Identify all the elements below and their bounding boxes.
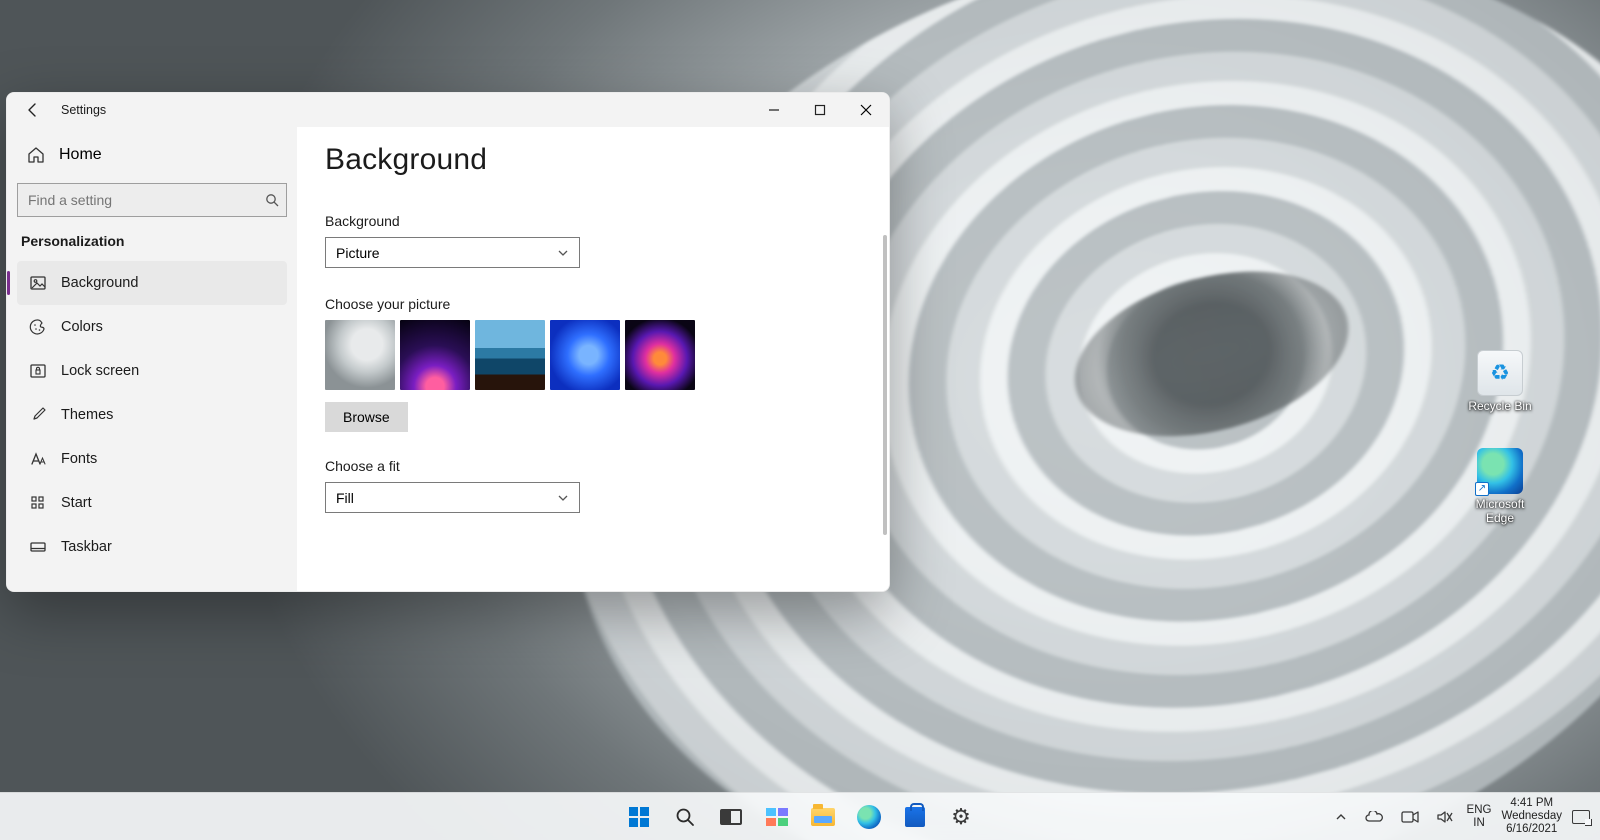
store-button[interactable] xyxy=(894,796,936,838)
picture-thumb-2[interactable] xyxy=(475,320,545,390)
microsoft-edge-label: Microsoft Edge xyxy=(1460,498,1540,526)
desktop-icons-area: Recycle Bin ↗ Microsoft Edge xyxy=(1460,350,1540,525)
meet-now-icon[interactable] xyxy=(1397,806,1423,828)
windows-logo-icon xyxy=(629,807,649,827)
lang-secondary: IN xyxy=(1467,817,1492,830)
clock-time: 4:41 PM xyxy=(1501,797,1562,810)
image-icon xyxy=(29,274,47,292)
task-view-button[interactable] xyxy=(710,796,752,838)
sidebar-home-label: Home xyxy=(59,146,102,164)
volume-icon[interactable] xyxy=(1433,806,1457,828)
sidebar-item-background[interactable]: Background xyxy=(17,261,287,305)
sidebar-item-label: Taskbar xyxy=(61,539,112,555)
sidebar-item-label: Start xyxy=(61,495,92,511)
notifications-button[interactable] xyxy=(1572,810,1590,824)
store-icon xyxy=(905,807,925,827)
language-indicator[interactable]: ENG IN xyxy=(1467,804,1492,829)
edge-glyph: ↗ xyxy=(1477,448,1523,494)
recycle-bin-icon[interactable]: Recycle Bin xyxy=(1460,350,1540,414)
brush-icon xyxy=(29,406,47,424)
microsoft-edge-icon[interactable]: ↗ Microsoft Edge xyxy=(1460,448,1540,526)
font-icon xyxy=(29,450,47,468)
clock[interactable]: 4:41 PM Wednesday 6/16/2021 xyxy=(1501,797,1562,837)
picture-thumb-1[interactable] xyxy=(400,320,470,390)
edge-button[interactable] xyxy=(848,796,890,838)
recycle-bin-glyph xyxy=(1477,350,1523,396)
chevron-down-icon xyxy=(557,492,569,504)
background-dropdown-label: Background xyxy=(325,213,861,229)
search-icon xyxy=(674,806,696,828)
folder-icon xyxy=(811,808,835,826)
settings-sidebar: Home Personalization Background Colors xyxy=(7,127,297,591)
edge-icon xyxy=(857,805,881,829)
sidebar-item-lock-screen[interactable]: Lock screen xyxy=(17,349,287,393)
page-heading: Background xyxy=(325,143,861,177)
gear-icon: ⚙ xyxy=(949,805,973,829)
task-view-icon xyxy=(720,809,742,825)
search-container xyxy=(17,183,287,217)
settings-taskbar-button[interactable]: ⚙ xyxy=(940,796,982,838)
close-button[interactable] xyxy=(843,93,889,127)
recycle-bin-label: Recycle Bin xyxy=(1468,400,1531,414)
minimize-button[interactable] xyxy=(751,93,797,127)
sidebar-item-label: Lock screen xyxy=(61,363,139,379)
search-input[interactable] xyxy=(17,183,287,217)
chevron-down-icon xyxy=(557,247,569,259)
sidebar-items: Background Colors Lock screen Themes Fon… xyxy=(17,261,287,569)
window-titlebar[interactable]: Settings xyxy=(7,93,889,127)
palette-icon xyxy=(29,318,47,336)
lang-primary: ENG xyxy=(1467,804,1492,817)
widgets-icon xyxy=(766,808,788,826)
choose-picture-label: Choose your picture xyxy=(325,296,861,312)
close-icon xyxy=(860,104,872,116)
arrow-left-icon xyxy=(25,102,41,118)
tray-overflow-button[interactable] xyxy=(1331,807,1351,827)
background-dropdown-value: Picture xyxy=(336,245,380,261)
sidebar-home[interactable]: Home xyxy=(17,135,287,175)
settings-window: Settings Home Personali xyxy=(6,92,890,592)
grid-icon xyxy=(29,494,47,512)
settings-content: Background Background Picture Choose you… xyxy=(297,127,889,591)
onedrive-icon[interactable] xyxy=(1361,807,1387,827)
sidebar-item-themes[interactable]: Themes xyxy=(17,393,287,437)
taskbar-center: ⚙ xyxy=(618,796,982,838)
search-button[interactable] xyxy=(664,796,706,838)
back-button[interactable] xyxy=(19,96,47,124)
sidebar-item-start[interactable]: Start xyxy=(17,481,287,525)
sidebar-item-label: Colors xyxy=(61,319,103,335)
picture-thumb-0[interactable] xyxy=(325,320,395,390)
picture-thumbnails xyxy=(325,320,861,390)
shortcut-arrow-icon: ↗ xyxy=(1475,482,1489,496)
sidebar-item-colors[interactable]: Colors xyxy=(17,305,287,349)
sidebar-item-label: Background xyxy=(61,275,138,291)
fit-dropdown-value: Fill xyxy=(336,490,354,506)
scrollbar[interactable] xyxy=(883,235,887,535)
file-explorer-button[interactable] xyxy=(802,796,844,838)
home-icon xyxy=(27,146,45,164)
maximize-icon xyxy=(814,104,826,116)
clock-date: 6/16/2021 xyxy=(1501,823,1562,836)
browse-button[interactable]: Browse xyxy=(325,402,408,432)
clock-day: Wednesday xyxy=(1501,810,1562,823)
sidebar-item-label: Themes xyxy=(61,407,113,423)
picture-thumb-4[interactable] xyxy=(625,320,695,390)
minimize-icon xyxy=(768,104,780,116)
sidebar-item-fonts[interactable]: Fonts xyxy=(17,437,287,481)
start-button[interactable] xyxy=(618,796,660,838)
maximize-button[interactable] xyxy=(797,93,843,127)
background-dropdown[interactable]: Picture xyxy=(325,237,580,268)
taskbar: ⚙ ENG IN 4:41 PM Wednesday 6/16/2021 xyxy=(0,792,1600,840)
sidebar-section-label: Personalization xyxy=(17,227,287,261)
lock-icon xyxy=(29,362,47,380)
window-title: Settings xyxy=(61,103,106,117)
sidebar-item-label: Fonts xyxy=(61,451,97,467)
system-tray: ENG IN 4:41 PM Wednesday 6/16/2021 xyxy=(1331,793,1590,840)
sidebar-item-taskbar[interactable]: Taskbar xyxy=(17,525,287,569)
taskbar-icon xyxy=(29,538,47,556)
picture-thumb-3[interactable] xyxy=(550,320,620,390)
fit-dropdown[interactable]: Fill xyxy=(325,482,580,513)
widgets-button[interactable] xyxy=(756,796,798,838)
choose-fit-label: Choose a fit xyxy=(325,458,861,474)
